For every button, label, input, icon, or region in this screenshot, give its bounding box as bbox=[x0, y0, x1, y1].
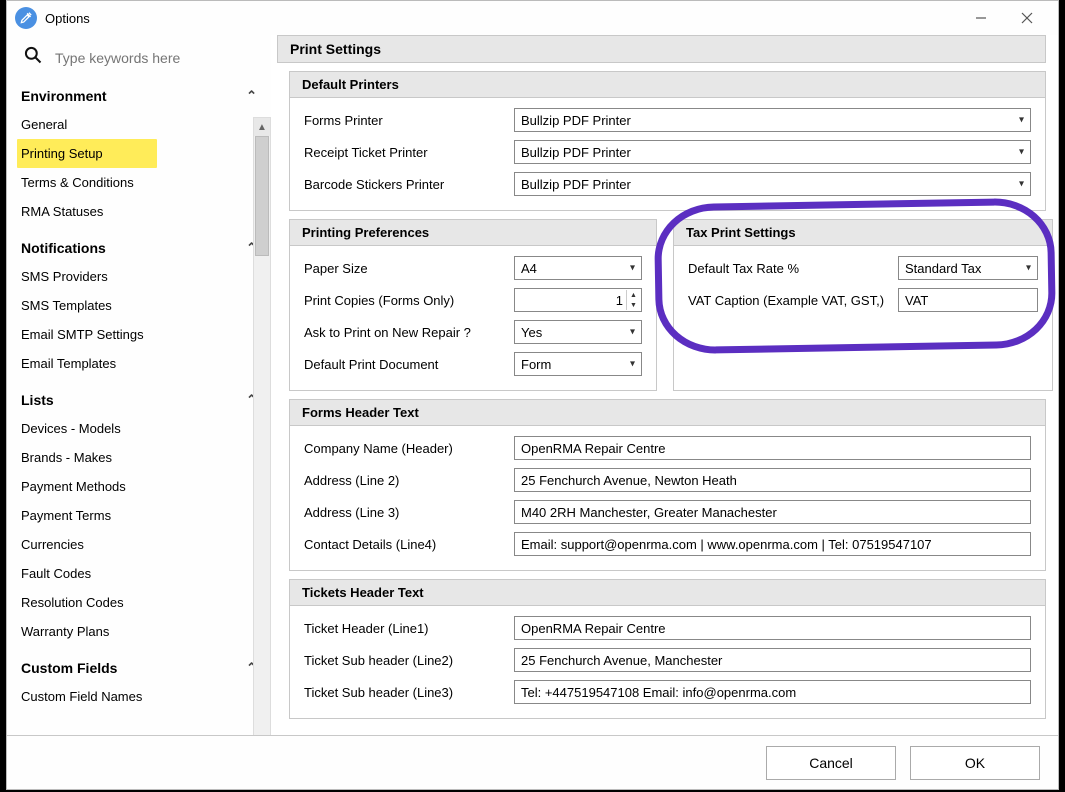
tickets-header-panel: Tickets Header Text Ticket Header (Line1… bbox=[289, 579, 1046, 719]
nav-item-sms-providers[interactable]: SMS Providers bbox=[17, 262, 261, 291]
nav-item-devices[interactable]: Devices - Models bbox=[17, 414, 261, 443]
receipt-printer-label: Receipt Ticket Printer bbox=[304, 145, 514, 160]
forms-printer-label: Forms Printer bbox=[304, 113, 514, 128]
search-input[interactable] bbox=[53, 49, 233, 67]
tax-print-settings-panel: Tax Print Settings Default Tax Rate % St… bbox=[673, 219, 1053, 391]
ticket-header-input[interactable]: OpenRMA Repair Centre bbox=[514, 616, 1031, 640]
titlebar: Options bbox=[7, 1, 1058, 35]
default-doc-label: Default Print Document bbox=[304, 357, 514, 372]
panel-heading: Forms Header Text bbox=[290, 400, 1045, 426]
nav-tree: Environment ⌃ General Printing Setup Ter… bbox=[17, 82, 261, 732]
vat-caption-label: VAT Caption (Example VAT, GST,) bbox=[688, 293, 898, 308]
paper-size-select[interactable]: A4▾ bbox=[514, 256, 642, 280]
nav-item-printing-setup[interactable]: Printing Setup bbox=[17, 139, 157, 168]
nav-item-custom-field-names[interactable]: Custom Field Names bbox=[17, 682, 261, 711]
nav-item-payment-methods[interactable]: Payment Methods bbox=[17, 472, 261, 501]
chevron-down-icon: ▾ bbox=[630, 263, 635, 274]
nav-item-fault-codes[interactable]: Fault Codes bbox=[17, 559, 261, 588]
panel-heading: Tax Print Settings bbox=[674, 220, 1052, 246]
ask-print-select[interactable]: Yes▾ bbox=[514, 320, 642, 344]
search-icon bbox=[23, 45, 43, 70]
barcode-printer-label: Barcode Stickers Printer bbox=[304, 177, 514, 192]
address-line2-label: Address (Line 2) bbox=[304, 473, 514, 488]
forms-header-panel: Forms Header Text Company Name (Header) … bbox=[289, 399, 1046, 571]
nav-item-payment-terms[interactable]: Payment Terms bbox=[17, 501, 261, 530]
nav-item-terms[interactable]: Terms & Conditions bbox=[17, 168, 261, 197]
printing-preferences-panel: Printing Preferences Paper Size A4▾ Prin… bbox=[289, 219, 657, 391]
ticket-sub2-input[interactable]: 25 Fenchurch Avenue, Manchester bbox=[514, 648, 1031, 672]
address-line3-label: Address (Line 3) bbox=[304, 505, 514, 520]
chevron-down-icon: ▾ bbox=[1019, 179, 1024, 190]
chevron-down-icon: ▾ bbox=[630, 359, 635, 370]
forms-printer-select[interactable]: Bullzip PDF Printer▾ bbox=[514, 108, 1031, 132]
nav-item-email-smtp[interactable]: Email SMTP Settings bbox=[17, 320, 261, 349]
chevron-up-icon: ⌃ bbox=[246, 88, 257, 104]
barcode-printer-select[interactable]: Bullzip PDF Printer▾ bbox=[514, 172, 1031, 196]
ticket-sub3-label: Ticket Sub header (Line3) bbox=[304, 685, 514, 700]
footer: Cancel OK bbox=[7, 735, 1058, 789]
nav-group-notifications[interactable]: Notifications ⌃ bbox=[17, 234, 261, 262]
ticket-sub3-input[interactable]: Tel: +447519547108 Email: info@openrma.c… bbox=[514, 680, 1031, 704]
nav-item-rma-statuses[interactable]: RMA Statuses bbox=[17, 197, 261, 226]
sidebar: Environment ⌃ General Printing Setup Ter… bbox=[7, 35, 271, 735]
spin-down-icon[interactable]: ▼ bbox=[626, 300, 640, 310]
nav-item-resolution-codes[interactable]: Resolution Codes bbox=[17, 588, 261, 617]
nav-group-environment[interactable]: Environment ⌃ bbox=[17, 82, 261, 110]
nav-item-sms-templates[interactable]: SMS Templates bbox=[17, 291, 261, 320]
default-tax-rate-select[interactable]: Standard Tax▾ bbox=[898, 256, 1038, 280]
content-area: Print Settings Default Printers Forms Pr… bbox=[271, 35, 1058, 735]
panel-heading: Printing Preferences bbox=[290, 220, 656, 246]
nav-item-general[interactable]: General bbox=[17, 110, 261, 139]
spin-up-icon[interactable]: ▲ bbox=[626, 290, 640, 300]
chevron-down-icon: ▾ bbox=[630, 327, 635, 338]
window-title: Options bbox=[45, 11, 90, 26]
options-icon bbox=[15, 7, 37, 29]
address-line3-input[interactable]: M40 2RH Manchester, Greater Manachester bbox=[514, 500, 1031, 524]
page-title: Print Settings bbox=[277, 35, 1046, 63]
nav-group-custom-fields[interactable]: Custom Fields ⌃ bbox=[17, 654, 261, 682]
nav-item-warranty-plans[interactable]: Warranty Plans bbox=[17, 617, 261, 646]
sidebar-scrollbar[interactable]: ▲ ▼ bbox=[253, 117, 271, 767]
ask-print-label: Ask to Print on New Repair ? bbox=[304, 325, 514, 340]
contact-details-label: Contact Details (Line4) bbox=[304, 537, 514, 552]
nav-group-lists[interactable]: Lists ⌃ bbox=[17, 386, 261, 414]
scroll-up-arrow-icon[interactable]: ▲ bbox=[254, 118, 270, 136]
company-name-input[interactable]: OpenRMA Repair Centre bbox=[514, 436, 1031, 460]
address-line2-input[interactable]: 25 Fenchurch Avenue, Newton Heath bbox=[514, 468, 1031, 492]
chevron-down-icon: ▾ bbox=[1019, 115, 1024, 126]
ticket-header-label: Ticket Header (Line1) bbox=[304, 621, 514, 636]
default-printers-panel: Default Printers Forms Printer Bullzip P… bbox=[289, 71, 1046, 211]
close-button[interactable] bbox=[1004, 2, 1050, 34]
nav-item-email-templates[interactable]: Email Templates bbox=[17, 349, 261, 378]
paper-size-label: Paper Size bbox=[304, 261, 514, 276]
scrollbar-thumb[interactable] bbox=[255, 136, 269, 256]
nav-group-label: Notifications bbox=[21, 240, 106, 256]
default-tax-rate-label: Default Tax Rate % bbox=[688, 261, 898, 276]
default-doc-select[interactable]: Form▾ bbox=[514, 352, 642, 376]
ticket-sub2-label: Ticket Sub header (Line2) bbox=[304, 653, 514, 668]
receipt-printer-select[interactable]: Bullzip PDF Printer▾ bbox=[514, 140, 1031, 164]
nav-item-brands[interactable]: Brands - Makes bbox=[17, 443, 261, 472]
search-row bbox=[17, 41, 271, 82]
contact-details-input[interactable]: Email: support@openrma.com | www.openrma… bbox=[514, 532, 1031, 556]
nav-group-label: Environment bbox=[21, 88, 107, 104]
ok-button[interactable]: OK bbox=[910, 746, 1040, 780]
nav-group-label: Custom Fields bbox=[21, 660, 117, 676]
company-name-label: Company Name (Header) bbox=[304, 441, 514, 456]
nav-group-label: Lists bbox=[21, 392, 54, 408]
panel-heading: Default Printers bbox=[290, 72, 1045, 98]
chevron-down-icon: ▾ bbox=[1019, 147, 1024, 158]
chevron-down-icon: ▾ bbox=[1026, 263, 1031, 274]
print-copies-label: Print Copies (Forms Only) bbox=[304, 293, 514, 308]
vat-caption-input[interactable]: VAT bbox=[898, 288, 1038, 312]
nav-item-currencies[interactable]: Currencies bbox=[17, 530, 261, 559]
cancel-button[interactable]: Cancel bbox=[766, 746, 896, 780]
minimize-button[interactable] bbox=[958, 2, 1004, 34]
print-copies-stepper[interactable]: 1 ▲▼ bbox=[514, 288, 642, 312]
panel-heading: Tickets Header Text bbox=[290, 580, 1045, 606]
